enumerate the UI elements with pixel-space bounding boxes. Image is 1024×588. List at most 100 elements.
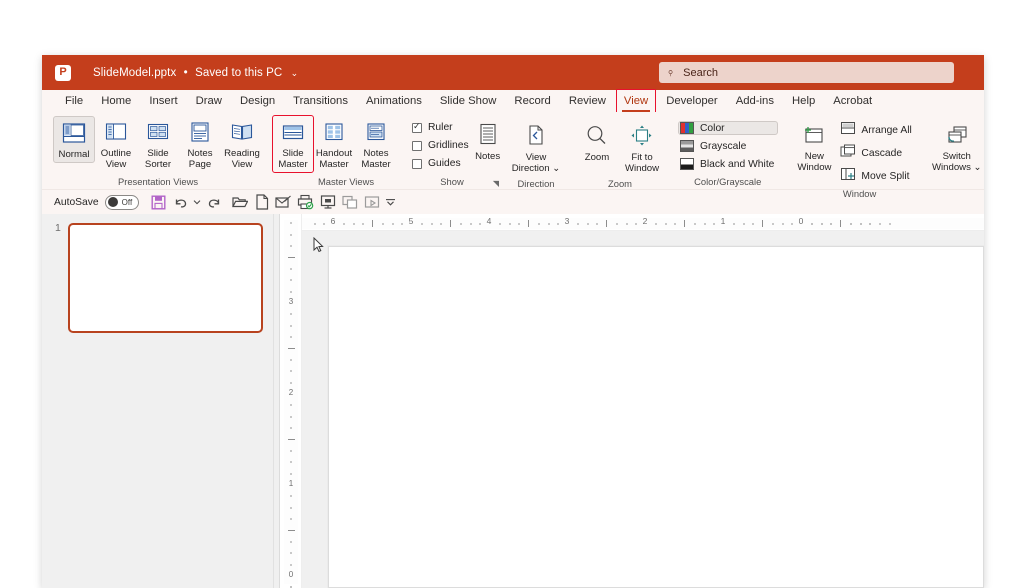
start-from-beginning-icon[interactable]: [317, 192, 339, 213]
tab-developer[interactable]: Developer: [657, 90, 727, 112]
move-split-button[interactable]: Move Split: [840, 167, 911, 186]
view-direction-button[interactable]: View Direction ⌄: [507, 120, 565, 176]
button-label: Fit to Window: [624, 152, 660, 174]
ruler-minor-tick: [606, 220, 608, 227]
ruler-minor-tick: [459, 223, 462, 225]
notes-page-button[interactable]: Notes Page: [179, 116, 221, 172]
ruler-tick-label: 1: [720, 216, 726, 226]
chevron-down-icon[interactable]: ⌄: [291, 68, 299, 78]
group-master-views: Slide Master Handout Master Notes Master…: [268, 112, 402, 189]
slide-master-button[interactable]: Slide Master: [272, 115, 314, 173]
tab-review[interactable]: Review: [560, 90, 615, 112]
item-label: Cascade: [861, 148, 903, 159]
tab-file[interactable]: File: [56, 90, 92, 112]
group-label: Direction: [517, 178, 555, 189]
tab-record[interactable]: Record: [505, 90, 559, 112]
reading-view-button[interactable]: Reading View: [221, 116, 263, 172]
redo-icon[interactable]: [203, 192, 225, 213]
notes-master-button[interactable]: Notes Master: [355, 116, 397, 172]
new-file-icon[interactable]: [251, 192, 273, 213]
gridlines-checkbox-row[interactable]: Gridlines: [412, 140, 469, 151]
email-icon[interactable]: [273, 192, 295, 213]
ruler-minor-tick: [290, 358, 292, 361]
slide-thumbnail-1[interactable]: [68, 223, 263, 333]
present-icon[interactable]: [361, 192, 383, 213]
guides-checkbox-row[interactable]: Guides: [412, 158, 469, 169]
tab-design[interactable]: Design: [231, 90, 284, 112]
ruler-minor-tick: [879, 223, 881, 225]
group-direction: View Direction ⌄ Direction: [502, 112, 570, 189]
arrange-all-button[interactable]: Arrange All: [840, 121, 912, 140]
color-mode-grayscale[interactable]: Grayscale: [678, 139, 778, 153]
undo-icon[interactable]: [170, 192, 192, 213]
new-window-button[interactable]: New Window: [790, 116, 838, 175]
tab-add-ins[interactable]: Add-ins: [727, 90, 783, 112]
tab-insert[interactable]: Insert: [140, 90, 186, 112]
toggle-knob: [107, 197, 118, 207]
normal-view-button[interactable]: Normal: [53, 116, 95, 163]
ruler-minor-tick: [469, 223, 472, 225]
tab-view[interactable]: View: [615, 90, 657, 112]
tab-draw[interactable]: Draw: [187, 90, 231, 112]
ruler-minor-tick: [537, 223, 540, 225]
tab-transitions[interactable]: Transitions: [284, 90, 357, 112]
tab-acrobat[interactable]: Acrobat: [824, 90, 881, 112]
slide-canvas[interactable]: [328, 246, 984, 588]
color-mode-black-and-white[interactable]: Black and White: [678, 157, 778, 171]
ruler-minor-tick: [498, 223, 501, 225]
ruler-minor-tick: [586, 223, 589, 225]
tab-home[interactable]: Home: [92, 90, 140, 112]
outline-view-button[interactable]: Outline View: [95, 116, 137, 172]
color-mode-list: Color Grayscale Black and White: [675, 116, 780, 171]
show-dialog-launcher-icon[interactable]: ◥: [493, 179, 499, 188]
undo-dropdown-icon[interactable]: [192, 192, 203, 213]
ruler-checkbox[interactable]: [412, 121, 422, 133]
ruler-minor-tick: [313, 223, 316, 225]
save-icon[interactable]: [148, 192, 170, 213]
gridlines-checkbox[interactable]: [412, 140, 422, 151]
ruler-tick-label: 2: [642, 216, 648, 226]
document-title[interactable]: SlideModel.pptx • Saved to this PC ⌄: [93, 67, 298, 79]
ruler-tick-label: 4: [486, 216, 492, 226]
ruler-minor-tick: [290, 506, 292, 509]
switch-windows-icon: [943, 122, 971, 148]
button-label: Zoom: [584, 152, 610, 163]
search-box[interactable]: ⌕ Search: [659, 62, 954, 83]
customize-toolbar-icon[interactable]: [383, 192, 399, 213]
handout-master-button[interactable]: Handout Master: [313, 116, 355, 172]
item-label: Black and White: [700, 158, 775, 170]
guides-checkbox[interactable]: [412, 158, 422, 169]
button-label: Notes Page: [187, 148, 213, 170]
fit-to-window-button[interactable]: Fit to Window: [619, 120, 665, 176]
open-folder-icon[interactable]: [229, 192, 251, 213]
button-label: Switch Windows ⌄: [931, 151, 982, 173]
ruler-minor-tick: [684, 220, 686, 227]
quick-print-icon[interactable]: [295, 192, 317, 213]
slide-thumbnail-pane[interactable]: 1: [42, 214, 274, 588]
slide-sorter-button[interactable]: Slide Sorter: [137, 116, 179, 172]
ruler-minor-tick: [771, 223, 774, 225]
ruler-tick-label: 6: [330, 216, 336, 226]
grayscale-swatch-icon: [680, 140, 694, 152]
color-mode-color[interactable]: Color: [678, 121, 779, 135]
ruler-checkbox-row[interactable]: Ruler: [412, 121, 469, 133]
zoom-button[interactable]: Zoom: [575, 120, 619, 165]
slide-editing-area[interactable]: 6 5 4 3 2 1 0: [302, 214, 984, 588]
ruler-minor-tick: [290, 267, 292, 270]
ruler-minor-tick: [576, 223, 579, 225]
ruler-minor-tick: [781, 223, 784, 225]
ruler-minor-tick: [352, 223, 355, 225]
notes-page-icon: [186, 119, 214, 145]
switch-windows-button[interactable]: Switch Windows ⌄: [929, 116, 984, 175]
autosave-toggle[interactable]: Off: [104, 194, 139, 210]
ruler-minor-tick: [528, 220, 530, 227]
cascade-button[interactable]: Cascade: [840, 144, 911, 163]
notes-button[interactable]: Notes: [473, 119, 503, 164]
tab-slide-show[interactable]: Slide Show: [431, 90, 506, 112]
tab-help[interactable]: Help: [783, 90, 824, 112]
search-icon: ⌕: [664, 65, 678, 79]
duplicate-slide-icon[interactable]: [339, 192, 361, 213]
ruler-minor-tick: [625, 223, 628, 225]
black-and-white-swatch-icon: [680, 158, 694, 170]
tab-animations[interactable]: Animations: [357, 90, 431, 112]
